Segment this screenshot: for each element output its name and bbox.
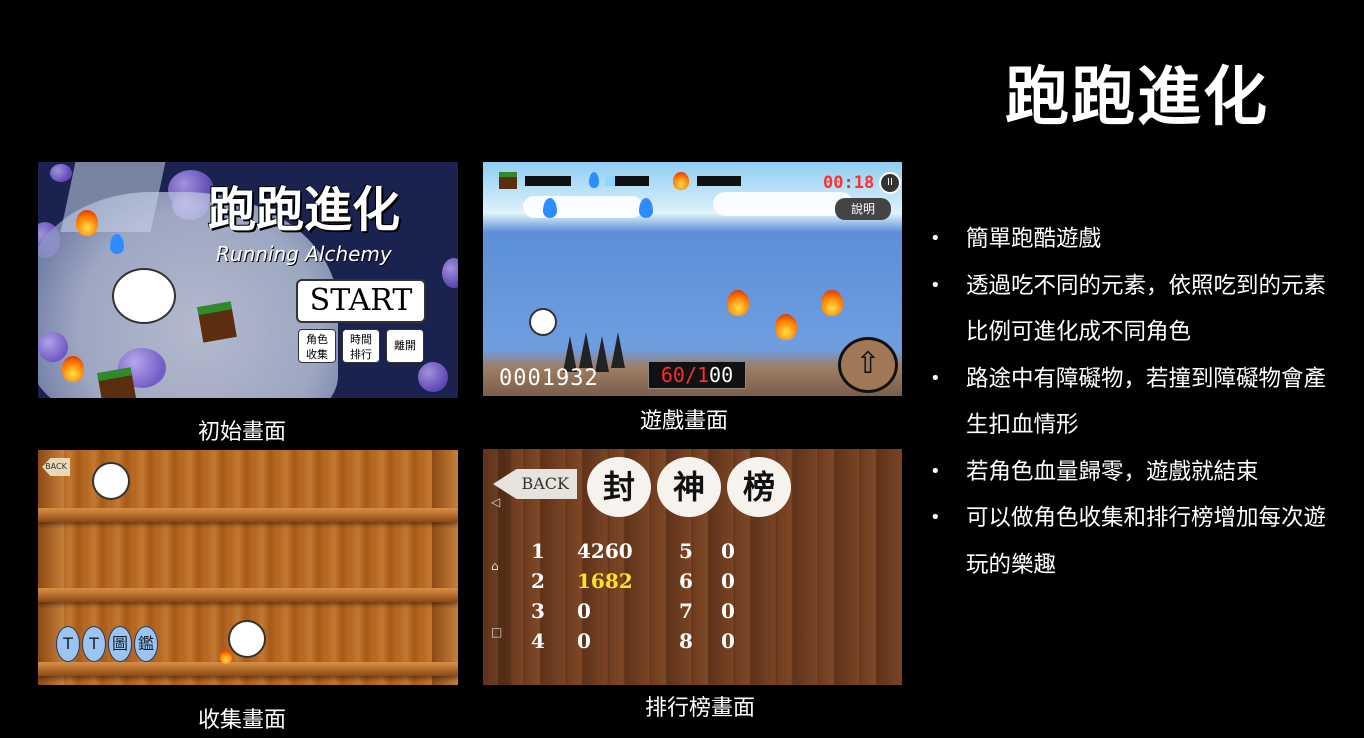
- rank-number: 2: [531, 569, 545, 593]
- fire-element-icon: [775, 314, 797, 340]
- water-drop-icon: [639, 198, 653, 218]
- slide-title: 跑跑進化: [1005, 60, 1269, 135]
- rank-number: 3: [531, 599, 545, 623]
- ranking-screen-caption: 排行榜畫面: [644, 696, 755, 721]
- rank-number: 8: [679, 629, 693, 653]
- ranking-screen-screenshot: ◁ ⌂ □ BACK 封 神 榜 1 4260 2 1682 3 0 4 0 5…: [483, 449, 902, 685]
- cloud: [523, 196, 643, 218]
- earth-block-icon: [197, 301, 237, 343]
- feature-bullet-list: 簡單跑酷遊戲 透過吃不同的元素，依照吃到的元素比例可進化成不同角色 路途中有障礙…: [928, 216, 1348, 588]
- rank-score: 0: [721, 599, 735, 623]
- bubble: [38, 332, 68, 362]
- rank-score: 1682: [577, 569, 633, 593]
- collected-character[interactable]: [228, 620, 266, 658]
- earth-block-icon: [499, 172, 517, 189]
- game-logo-subtitle: Running Alchemy: [216, 242, 392, 266]
- home-icon[interactable]: ⌂: [491, 559, 499, 573]
- ranking-title: 封 神 榜: [587, 457, 791, 517]
- fire-element-icon: [76, 210, 98, 236]
- bubble: [442, 258, 458, 288]
- rank-score: 0: [721, 629, 735, 653]
- fire-element-icon: [673, 172, 689, 190]
- rank-number: 1: [531, 539, 545, 563]
- cloud: [713, 192, 853, 216]
- time-ranking-button[interactable]: 時間 排行: [342, 329, 380, 363]
- ranking-title-char: 神: [657, 457, 721, 517]
- start-button[interactable]: START: [296, 279, 426, 323]
- water-drop-icon: [543, 198, 557, 218]
- bullet-item: 路途中有障礙物，若撞到障礙物會產生扣血情形: [928, 356, 1348, 449]
- fire-meter: [697, 176, 741, 186]
- ranking-title-char: 榜: [727, 457, 791, 517]
- up-arrow-icon[interactable]: ⇧: [838, 337, 898, 393]
- shelf-board: [38, 662, 458, 676]
- hp-max: 00: [709, 363, 734, 387]
- rank-number: 7: [679, 599, 693, 623]
- earth-meter: [525, 176, 571, 186]
- shelf-board: [38, 588, 458, 602]
- bullet-item: 可以做角色收集和排行榜增加每次遊玩的樂趣: [928, 495, 1348, 588]
- spike-obstacle: [611, 332, 625, 368]
- tt-char: 鑑: [134, 626, 158, 662]
- hp-display: 60/100: [648, 361, 746, 389]
- rank-score: 4260: [577, 539, 633, 563]
- tt-encyclopedia-label: T T 圖 鑑: [56, 626, 158, 662]
- fire-element-icon: [220, 650, 232, 664]
- tt-char: T: [82, 626, 106, 662]
- fire-element-icon: [821, 290, 843, 316]
- pause-icon[interactable]: II: [879, 172, 901, 194]
- character-chef: [112, 268, 176, 324]
- rank-score: 0: [721, 569, 735, 593]
- collected-character[interactable]: [92, 462, 130, 500]
- back-triangle-icon[interactable]: ◁: [491, 495, 500, 509]
- rank-number: 4: [531, 629, 545, 653]
- start-screen-caption: 初始畫面: [197, 420, 286, 445]
- water-drop-icon: [589, 172, 599, 188]
- exit-button[interactable]: 離開: [386, 329, 424, 363]
- fire-element-icon: [727, 290, 749, 316]
- spike-obstacle: [579, 332, 593, 368]
- help-button[interactable]: 說明: [835, 198, 891, 220]
- collection-screen-screenshot: BACK T T 圖 鑑: [38, 450, 458, 685]
- rank-score: 0: [577, 599, 591, 623]
- tt-char: 圖: [108, 626, 132, 662]
- ranking-title-char: 封: [587, 457, 651, 517]
- tt-char: T: [56, 626, 80, 662]
- rank-number: 5: [679, 539, 693, 563]
- earth-block-icon: [97, 367, 137, 398]
- rank-score: 0: [577, 629, 591, 653]
- rank-number: 6: [679, 569, 693, 593]
- game-logo: 跑跑進化: [208, 182, 401, 238]
- shelf-board: [38, 508, 458, 522]
- game-screen-screenshot: 00:18 II 說明 0001932 60/100 ⇧: [483, 162, 902, 396]
- bullet-item: 簡單跑酷遊戲: [928, 216, 1348, 263]
- bullet-item: 透過吃不同的元素，依照吃到的元素比例可進化成不同角色: [928, 263, 1348, 356]
- bubble: [50, 164, 72, 182]
- game-screen-caption: 遊戲畫面: [639, 409, 728, 434]
- collection-screen-caption: 收集畫面: [197, 708, 286, 733]
- bubble: [418, 362, 448, 392]
- fire-element-icon: [62, 356, 84, 382]
- character-chef: [529, 308, 557, 336]
- water-meter: [605, 176, 649, 186]
- shelf-side-right: [432, 450, 458, 685]
- start-screen-screenshot: 跑跑進化 Running Alchemy START 角色 收集 時間 排行 離…: [38, 162, 458, 398]
- bullet-item: 若角色血量歸零，遊戲就結束: [928, 449, 1348, 496]
- game-timer: 00:18: [823, 173, 875, 193]
- score-display: 0001932: [499, 366, 599, 391]
- rank-score: 0: [721, 539, 735, 563]
- water-drop-icon: [110, 234, 124, 254]
- character-collection-button[interactable]: 角色 收集: [298, 329, 336, 363]
- hp-current: 60/1: [660, 363, 710, 387]
- recent-apps-icon[interactable]: □: [491, 625, 502, 639]
